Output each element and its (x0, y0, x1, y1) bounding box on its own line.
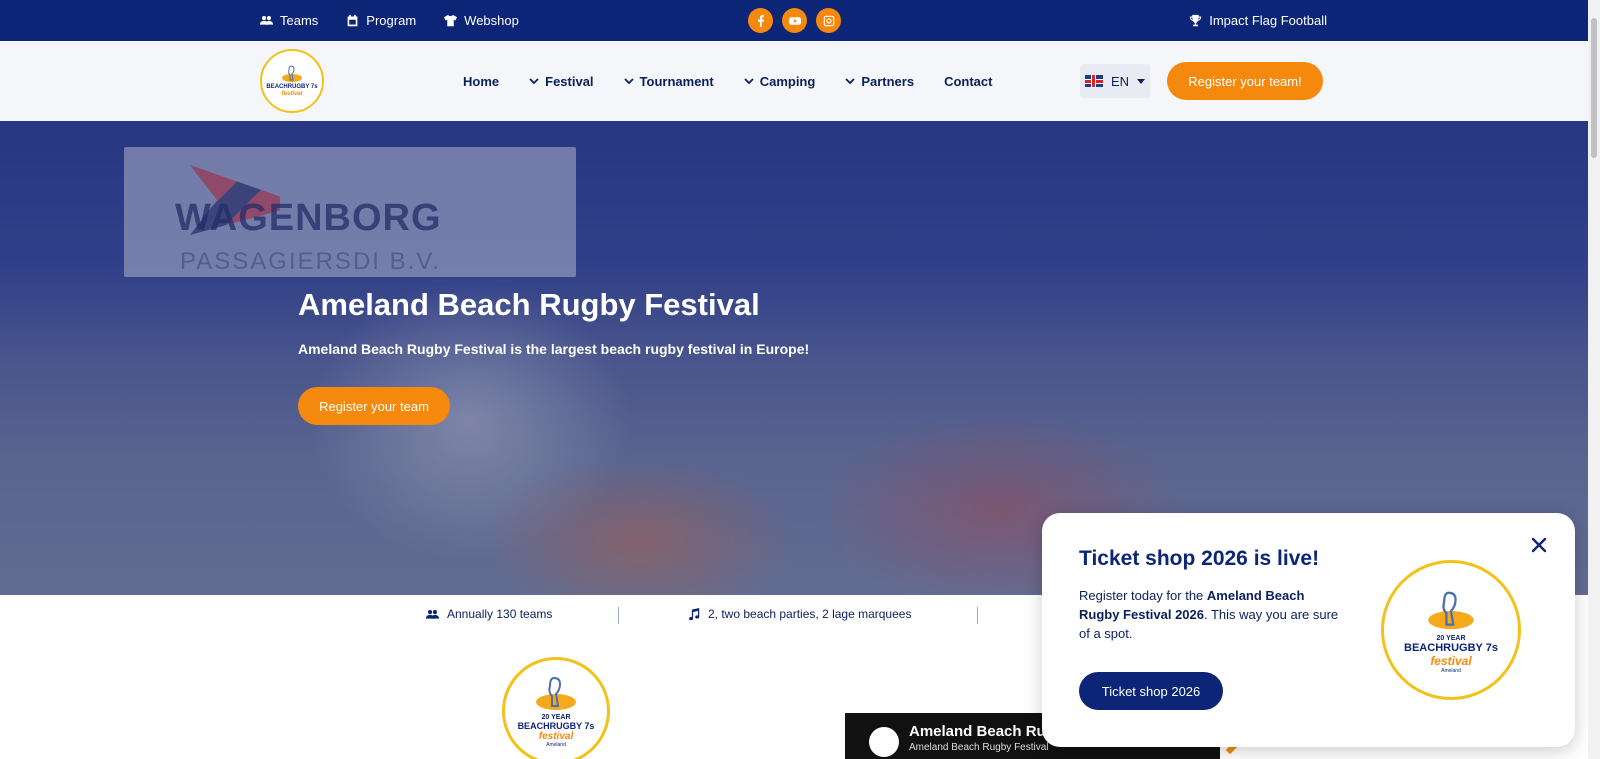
chevron-down-icon (623, 78, 634, 85)
close-icon[interactable] (1529, 535, 1549, 555)
youtube-icon (788, 16, 801, 25)
nav-label: Partners (861, 73, 915, 89)
video-channel: Ameland Beach Rugby Festival (909, 742, 1049, 753)
logo-festival: festival (538, 731, 574, 742)
stat-divider (977, 607, 978, 624)
youtube-link[interactable] (782, 8, 807, 33)
social-links (748, 8, 841, 33)
top-links: Teams Program Webshop (260, 0, 519, 41)
nav-label: Contact (944, 73, 993, 89)
hero-subtitle: Ameland Beach Rugby Festival is the larg… (298, 341, 810, 357)
hero-register-button[interactable]: Register your team (298, 387, 450, 425)
rugby-player-icon (536, 676, 576, 710)
tshirt-icon (444, 14, 458, 27)
top-bar: Teams Program Webshop Impact Flag Footba… (0, 0, 1600, 41)
language-selector[interactable]: EN (1080, 64, 1150, 98)
top-right-label: Impact Flag Football (1209, 13, 1327, 28)
logo-name: BEACHRUGBY 7s (517, 721, 595, 731)
stat-divider (618, 607, 619, 624)
nav-tournament[interactable]: Tournament (623, 73, 714, 89)
top-link-program[interactable]: Program (346, 13, 416, 28)
popup-logo-festival: festival (1430, 653, 1472, 668)
page-scrollbar[interactable] (1588, 0, 1600, 759)
stat-teams: Annually 130 teams (426, 607, 552, 621)
site-logo[interactable]: BEACHRUGBY 7s festival (260, 49, 324, 113)
popup-logo-subtitle: Ameland (1441, 667, 1461, 674)
main-nav: Home Festival Tournament Camping Partner… (463, 41, 992, 121)
instagram-link[interactable] (816, 8, 841, 33)
top-link-webshop[interactable]: Webshop (444, 13, 519, 28)
calendar-icon (347, 14, 358, 27)
users-icon (426, 609, 439, 619)
popup-logo-name: BEACHRUGBY 7s (1404, 641, 1498, 654)
top-link-teams[interactable]: Teams (260, 13, 318, 28)
stat-label: Annually 130 teams (447, 607, 553, 621)
facebook-link[interactable] (748, 8, 773, 33)
logo-year: 20 YEAR (541, 714, 571, 721)
nav-home[interactable]: Home (463, 74, 499, 89)
rugby-player-icon (282, 65, 302, 82)
logo-text: BEACHRUGBY 7s (266, 84, 318, 90)
caret-down-icon (1137, 78, 1146, 84)
logo-text-festival: festival (281, 91, 303, 97)
nav-label: Home (463, 73, 500, 89)
video-title: Ameland Beach Rug (909, 723, 1055, 740)
popup-text: Register today for the Ameland Beach Rug… (1079, 586, 1339, 643)
top-link-label: Webshop (464, 13, 519, 28)
hero-title: Ameland Beach Rugby Festival (298, 287, 760, 322)
nav-camping[interactable]: Camping (744, 73, 816, 89)
uk-flag-icon (1084, 75, 1103, 87)
rugby-player-icon (1428, 591, 1474, 629)
ticket-shop-button[interactable]: Ticket shop 2026 (1079, 672, 1223, 710)
channel-avatar (869, 727, 899, 757)
popup-text-prefix: Register today for the (1079, 588, 1207, 603)
register-team-button[interactable]: Register your team! (1167, 62, 1323, 100)
scrollbar-thumb[interactable] (1591, 18, 1597, 158)
festival-logo: 20 YEAR BEACHRUGBY 7s festival Ameland (502, 657, 610, 759)
nav-label: Tournament (639, 73, 714, 89)
nav-partners[interactable]: Partners (845, 74, 914, 89)
stat-label: 2, two beach parties, 2 lage marquees (708, 607, 912, 621)
instagram-icon (823, 15, 834, 26)
logo-subtitle: Ameland (546, 742, 566, 748)
chevron-down-icon (744, 78, 754, 85)
language-label: EN (1110, 73, 1130, 89)
ticket-shop-popup: Ticket shop 2026 is live! Register today… (1042, 513, 1575, 747)
top-link-label: Teams (280, 13, 319, 28)
nav-label: Camping (759, 73, 816, 89)
top-link-label: Program (366, 13, 417, 28)
music-icon (689, 607, 700, 620)
nav-contact[interactable]: Contact (944, 74, 992, 89)
popup-title: Ticket shop 2026 is live! (1079, 547, 1320, 570)
nav-label: Festival (545, 73, 594, 89)
nav-festival[interactable]: Festival (529, 73, 594, 89)
users-icon (260, 16, 273, 25)
trophy-icon (1190, 14, 1202, 27)
chevron-down-icon (529, 78, 539, 85)
popup-logo: 20 YEAR BEACHRUGBY 7s festival Ameland (1381, 560, 1521, 700)
facebook-icon (757, 14, 764, 27)
impact-flag-football-link[interactable]: Impact Flag Football (1189, 0, 1327, 41)
popup-logo-year: 20 YEAR (1436, 634, 1466, 642)
chevron-down-icon (845, 78, 855, 85)
stat-parties: 2, two beach parties, 2 lage marquees (687, 607, 911, 621)
main-header: BEACHRUGBY 7s festival Home Festival Tou… (0, 41, 1600, 121)
